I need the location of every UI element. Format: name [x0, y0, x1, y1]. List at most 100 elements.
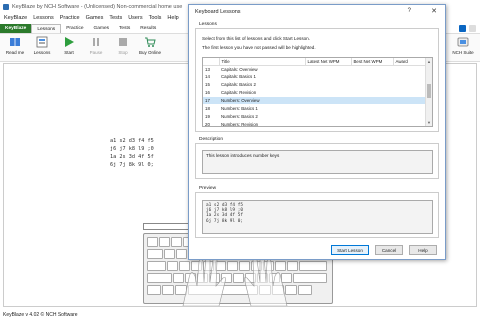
stop-icon [117, 36, 129, 48]
menu-lessons[interactable]: Lessons [33, 15, 54, 21]
scroll-down-icon[interactable]: ▼ [427, 120, 431, 125]
key [147, 273, 172, 283]
app-icon [3, 3, 9, 10]
status-text: KeyBlaze v 4.02 © NCH Software [3, 312, 78, 318]
lesson-number: 20 [205, 121, 210, 127]
lessons-scrollbar[interactable]: ▲ ▼ [425, 58, 432, 126]
lesson-best-wpm [351, 81, 393, 89]
menu-keyblaze[interactable]: KeyBlaze [4, 15, 27, 21]
menu-games[interactable]: Games [86, 15, 104, 21]
practice-text: a1 s2 d3 f4 f5 j6 j7 k8 l9 ;0 1a 2s 3d 4… [110, 138, 154, 168]
menu-tools[interactable]: Tools [149, 15, 162, 21]
tab-lessons[interactable]: Lessons [31, 24, 62, 33]
key [147, 261, 166, 271]
menu-practice[interactable]: Practice [60, 15, 80, 21]
lesson-title: Numbers: Overview [219, 96, 305, 105]
lesson-award [393, 120, 427, 126]
lesson-best-wpm [351, 120, 393, 126]
lesson-title: Capitals: Overview [221, 66, 258, 72]
scroll-up-icon[interactable]: ▲ [427, 59, 431, 64]
help-dropdown-icon[interactable] [469, 25, 476, 32]
tab-tests[interactable]: Tests [114, 24, 135, 33]
table-row[interactable]: 18 Numbers: Basics 1 [203, 104, 427, 112]
lesson-title: Capitals: Basics 2 [221, 82, 256, 88]
lesson-title: Numbers: Revision [221, 121, 259, 127]
column-title[interactable]: Title [219, 58, 306, 66]
lesson-latest-wpm [305, 81, 351, 89]
column-number[interactable] [203, 58, 220, 66]
column-latest-wpm[interactable]: Latest Net WPM [305, 58, 352, 66]
pause-icon [90, 36, 102, 48]
preview-text: a1 s2 d3 f4 f5 j6 j7 k8 l9 ;0 1a 2s 3d 4… [202, 200, 433, 234]
preview-label: Preview [198, 186, 218, 191]
lessons-button[interactable]: Lessons [29, 36, 55, 60]
lessons-list[interactable]: Title Latest Net WPM Best Net WPM Award … [202, 57, 433, 127]
lesson-best-wpm [351, 96, 393, 105]
nch-suite-icon [457, 36, 469, 48]
instruction-2: The first lesson you have not passed wil… [202, 45, 316, 50]
lessons-icon [36, 36, 48, 48]
table-row[interactable]: 16 Capitals: Revision [203, 89, 427, 97]
buy-online-button[interactable]: Buy Online [137, 36, 163, 60]
tab-keyblaze[interactable]: KeyBlaze [0, 24, 32, 33]
table-row[interactable]: 17 Numbers: Overview [203, 96, 427, 105]
lesson-latest-wpm [305, 65, 351, 73]
lesson-number: 14 [205, 74, 210, 80]
menu-tests[interactable]: Tests [109, 15, 122, 21]
lesson-best-wpm [351, 104, 393, 112]
close-icon[interactable]: ✕ [431, 7, 437, 15]
lesson-latest-wpm [305, 104, 351, 112]
tab-practice[interactable]: Practice [61, 24, 88, 33]
description-text: This lesson introduces number keys [202, 150, 433, 174]
lesson-best-wpm [351, 73, 393, 81]
stop-button[interactable]: Stop [110, 36, 136, 60]
key [147, 249, 163, 259]
key [162, 285, 174, 295]
column-award[interactable]: Award [393, 58, 427, 66]
lesson-award [393, 112, 427, 120]
key [147, 285, 161, 295]
tab-games[interactable]: Games [89, 24, 114, 33]
pause-button[interactable]: Pause [83, 36, 109, 60]
play-icon [63, 36, 75, 48]
table-row[interactable]: 19 Numbers: Basics 2 [203, 112, 427, 120]
lesson-title: Capitals: Revision [221, 90, 257, 96]
lesson-award [393, 104, 427, 112]
lesson-number: 18 [205, 105, 210, 111]
instruction-1: Select from this list of lessons and cli… [202, 36, 310, 41]
read-me-button[interactable]: Read me [2, 36, 28, 60]
scroll-thumb[interactable] [427, 84, 431, 98]
table-row[interactable]: 15 Capitals: Basics 2 [203, 81, 427, 89]
table-row[interactable]: 14 Capitals: Basics 1 [203, 73, 427, 81]
linkedin-icon[interactable] [459, 25, 466, 32]
keyboard-lessons-dialog: Keyboard Lessons ? ✕ Lessons Select from… [188, 4, 446, 260]
lesson-award [393, 96, 427, 105]
lesson-title: Numbers: Basics 1 [221, 105, 258, 111]
help-icon[interactable]: ? [408, 8, 411, 14]
lesson-latest-wpm [305, 96, 351, 105]
help-button[interactable]: Help [409, 245, 437, 255]
menu-users[interactable]: Users [128, 15, 142, 21]
table-row[interactable]: 20 Numbers: Revision [203, 120, 427, 127]
key [298, 285, 312, 295]
cart-icon [144, 36, 156, 48]
tab-results[interactable]: Results [135, 24, 161, 33]
start-lesson-button[interactable]: Start Lesson [331, 245, 369, 255]
column-best-wpm[interactable]: Best Net WPM [351, 58, 394, 66]
key [293, 273, 327, 283]
window-title: KeyBlaze by NCH Software - (Unlicensed) … [12, 3, 183, 10]
lesson-number: 19 [205, 113, 210, 119]
lessons-table: Title Latest Net WPM Best Net WPM Award … [203, 58, 427, 127]
nch-suite-button[interactable]: NCH Suite [450, 36, 476, 60]
table-header: Title Latest Net WPM Best Net WPM Award [203, 58, 427, 66]
lesson-award [393, 65, 427, 73]
lesson-latest-wpm [305, 120, 351, 126]
menu-help[interactable]: Help [167, 15, 178, 21]
table-row[interactable]: 13 Capitals: Overview [203, 65, 427, 73]
lesson-latest-wpm [305, 73, 351, 81]
cancel-button[interactable]: Cancel [375, 245, 403, 255]
lesson-best-wpm [351, 65, 393, 73]
start-button[interactable]: Start [56, 36, 82, 60]
key [159, 237, 170, 247]
lesson-award [393, 89, 427, 97]
